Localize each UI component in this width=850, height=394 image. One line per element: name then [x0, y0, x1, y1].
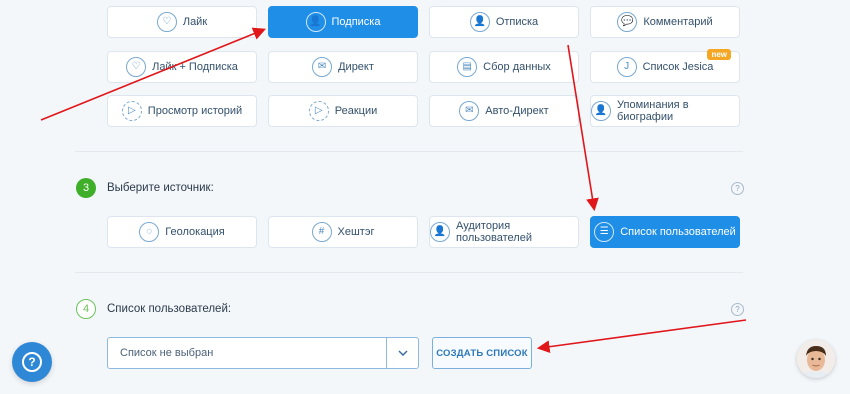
step-4-title: Список пользователей:	[107, 303, 232, 315]
comment-icon: 💬	[617, 12, 638, 32]
tile-label: Хештэг	[337, 226, 375, 238]
help-chat-button[interactable]: ?	[12, 342, 52, 382]
tile-user-minus[interactable]: 👤 Отписка	[429, 6, 579, 38]
tile-hashtag[interactable]: # Хештэг	[268, 216, 418, 248]
tile-label: Упоминания в биографии	[617, 99, 689, 123]
question-icon: ?	[22, 352, 42, 372]
tile-label: Список пользователей	[620, 226, 736, 238]
chevron-down-icon[interactable]	[386, 338, 418, 368]
bio-mention-icon: 👤	[591, 101, 611, 121]
tile-label: Аудитория пользователей	[456, 220, 532, 244]
tile-play[interactable]: ▷ Просмотр историй	[107, 95, 257, 127]
user-minus-icon: 👤	[469, 12, 490, 32]
tile-user-plus[interactable]: 👤 Подписка	[268, 6, 418, 38]
step-4-help-icon[interactable]: ?	[731, 303, 744, 316]
new-badge: new	[707, 49, 731, 60]
play-icon: ▷	[121, 101, 142, 121]
user-list-select[interactable]: Список не выбран	[107, 337, 419, 369]
mail-icon: ✉	[312, 57, 333, 77]
tile-location[interactable]: ◌ Геолокация	[107, 216, 257, 248]
tile-heart-user[interactable]: ♡ Лайк + Подписка	[107, 51, 257, 83]
hashtag-icon: #	[311, 222, 332, 242]
arrow-to-create-list	[536, 319, 747, 354]
data-collect-icon: ▤	[457, 57, 478, 77]
tile-label: Авто-Директ	[485, 105, 549, 117]
step-3-badge: 3	[76, 178, 96, 198]
tile-mail[interactable]: ✉ Директ	[268, 51, 418, 83]
tile-label: Список Jesica	[642, 61, 714, 73]
tile-comment[interactable]: 💬 Комментарий	[590, 6, 740, 38]
step-4-badge: 4	[76, 299, 96, 319]
user-plus-icon: 👤	[305, 12, 326, 32]
tile-heart[interactable]: ♡ Лайк	[107, 6, 257, 38]
tile-label: Геолокация	[165, 226, 225, 238]
list-icon: ☰	[594, 222, 615, 242]
tile-auto-mail[interactable]: ✉ Авто-Директ	[429, 95, 579, 127]
jesica-icon: J	[616, 57, 637, 77]
step-3-help-icon[interactable]: ?	[731, 182, 744, 195]
tile-bio-mention[interactable]: 👤 Упоминания в биографии	[590, 95, 740, 127]
auto-mail-icon: ✉	[459, 101, 480, 121]
avatar[interactable]	[797, 340, 835, 378]
tile-label: Просмотр историй	[147, 105, 243, 117]
heart-icon: ♡	[156, 12, 177, 32]
tile-label: Директ	[338, 61, 374, 73]
tile-audience[interactable]: 👤 Аудитория пользователей	[429, 216, 579, 248]
divider-2	[75, 272, 743, 273]
tile-label: Лайк + Подписка	[152, 61, 238, 73]
heart-user-icon: ♡	[126, 57, 147, 77]
step-3-title: Выберите источник:	[107, 182, 214, 194]
tile-label: Реакции	[334, 105, 378, 117]
location-icon: ◌	[139, 222, 160, 242]
create-list-button[interactable]: СОЗДАТЬ СПИСОК	[432, 337, 532, 369]
tile-list[interactable]: ☰ Список пользователей	[590, 216, 740, 248]
tile-jesica[interactable]: J Список Jesica new	[590, 49, 740, 83]
tile-label: Сбор данных	[483, 61, 551, 73]
reactions-icon: ▷	[308, 101, 329, 121]
avatar-face-icon	[797, 340, 835, 378]
tile-data-collect[interactable]: ▤ Сбор данных	[429, 51, 579, 83]
tile-label: Лайк	[182, 16, 208, 28]
tile-label: Отписка	[495, 16, 539, 28]
select-value: Список не выбран	[120, 347, 214, 359]
audience-icon: 👤	[430, 222, 450, 242]
tile-label: Комментарий	[643, 16, 713, 28]
divider-1	[75, 151, 743, 152]
tile-label: Подписка	[331, 16, 381, 28]
tile-reactions[interactable]: ▷ Реакции	[268, 95, 418, 127]
